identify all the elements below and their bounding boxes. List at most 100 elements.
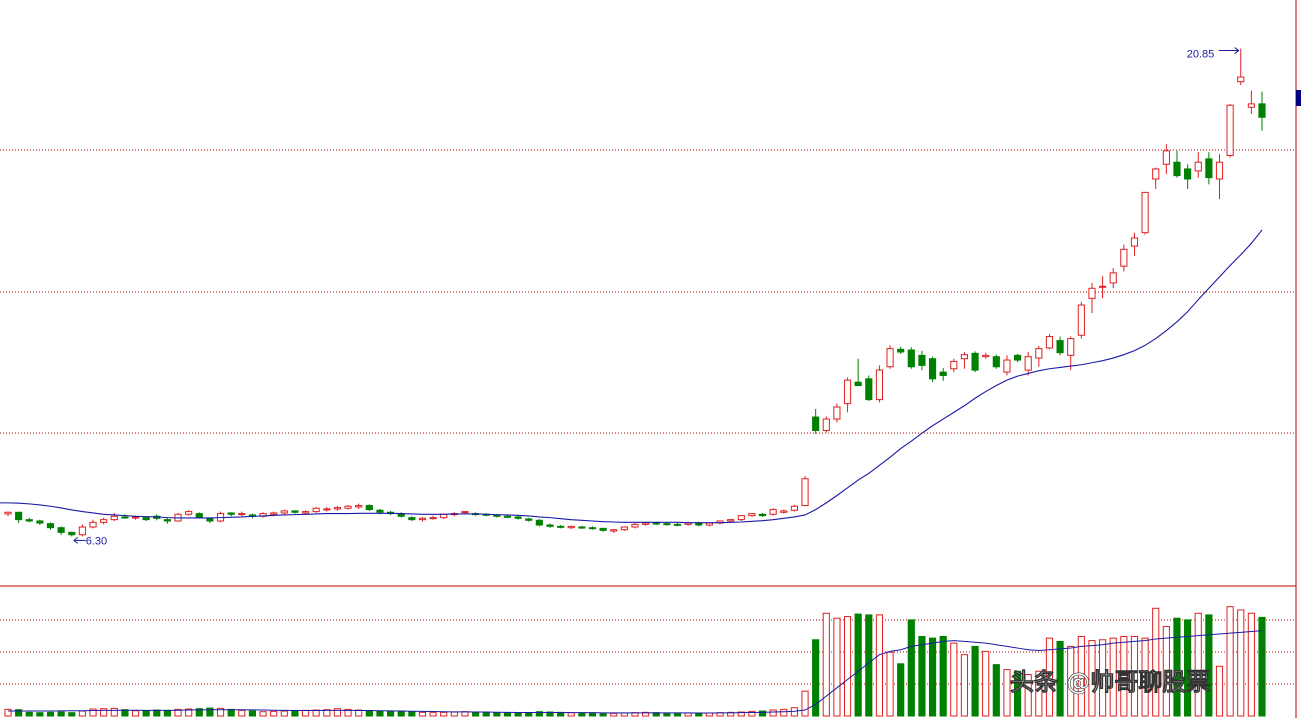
volume-bar-38: [408, 711, 416, 717]
candle-83: [886, 345, 894, 369]
volume-bar-48: [514, 712, 522, 717]
volume-bar-5: [57, 711, 65, 717]
candle-body-99: [1056, 340, 1064, 354]
candle-body-88: [939, 371, 947, 376]
candle-96: [1024, 352, 1032, 376]
candle-body-12: [131, 516, 140, 519]
candle-5: [57, 526, 65, 536]
candle-body-43: [461, 511, 469, 514]
candle-body-10: [110, 515, 118, 521]
volume-bar-81: [865, 614, 873, 717]
candle-113: [1205, 152, 1213, 185]
volume-bar-113: [1205, 614, 1213, 717]
candle-body-91: [971, 352, 979, 371]
candle-body-50: [535, 519, 543, 526]
candle-29: [312, 506, 320, 513]
volume-series: [4, 606, 1266, 717]
candle-body-59: [631, 523, 639, 528]
volume-bar-24: [259, 711, 267, 717]
candle-76: [812, 409, 820, 434]
candle-115: [1226, 103, 1234, 158]
candle-body-69: [737, 515, 745, 521]
candle-body-58: [620, 526, 628, 531]
volume-bar-108: [1152, 607, 1160, 717]
candle-body-106: [1130, 237, 1139, 247]
candle-93: [992, 354, 1000, 369]
candle-body-79: [843, 379, 852, 405]
volume-bar-44: [472, 711, 480, 717]
volume-bar-74: [790, 707, 798, 717]
candle-33: [355, 503, 363, 509]
candle-body-49: [525, 518, 533, 521]
candle-95: [1013, 354, 1022, 363]
candle-body-2: [25, 519, 33, 522]
candle-13: [142, 516, 150, 521]
candle-body-9: [100, 519, 108, 523]
volume-bar-79: [843, 616, 852, 717]
candle-body-93: [992, 356, 1000, 368]
volume-bar-49: [525, 712, 533, 717]
candle-body-26: [280, 510, 288, 514]
candle-body-94: [1003, 359, 1011, 373]
candle-body-109: [1162, 150, 1170, 165]
volume-bar-87: [928, 637, 937, 717]
candle-9: [100, 517, 108, 525]
candle-body-61: [652, 522, 660, 525]
volume-bar-112: [1194, 612, 1202, 717]
candle-70: [748, 512, 756, 517]
candle-90: [960, 352, 969, 369]
candle-body-75: [801, 478, 809, 507]
candle-body-74: [790, 505, 798, 511]
volume-bar-22: [238, 709, 246, 717]
candle-8: [89, 519, 97, 529]
candle-body-103: [1099, 285, 1107, 288]
candle-body-40: [429, 517, 437, 520]
candle-body-78: [833, 406, 841, 420]
candle-body-22: [238, 513, 246, 516]
volume-bar-3: [36, 712, 44, 717]
candle-100: [1067, 336, 1075, 371]
candle-98: [1045, 333, 1054, 350]
candle-87: [928, 356, 937, 383]
candle-43: [461, 510, 469, 514]
candle-26: [280, 509, 288, 515]
candle-74: [790, 504, 798, 512]
candle-102: [1088, 282, 1096, 314]
candle-body-98: [1045, 336, 1054, 349]
candle-body-115: [1226, 104, 1234, 157]
candle-109: [1162, 144, 1170, 175]
candle-body-27: [291, 510, 299, 513]
candle-16: [174, 512, 182, 522]
candle-91: [971, 351, 979, 373]
volume-bar-10: [110, 707, 118, 717]
volume-bar-26: [280, 710, 288, 717]
candle-105: [1120, 244, 1128, 272]
candle-body-31: [333, 507, 342, 510]
volume-bar-4: [46, 711, 55, 717]
candle-body-96: [1024, 356, 1032, 371]
candle-body-3: [36, 520, 44, 524]
candle-body-89: [950, 360, 958, 370]
candle-89: [950, 358, 958, 373]
volume-bar-83: [886, 651, 894, 717]
candle-body-110: [1173, 161, 1181, 177]
candle-88: [939, 368, 947, 381]
volume-bar-23: [248, 710, 257, 717]
candle-body-80: [854, 381, 862, 387]
candle-10: [110, 512, 118, 521]
price-ma-line: [0, 229, 1263, 524]
volume-bar-78: [833, 617, 841, 717]
volume-bar-27: [291, 710, 299, 717]
candle-body-55: [588, 527, 597, 530]
candle-3: [36, 519, 44, 526]
candle-114: [1215, 154, 1224, 200]
candle-39: [418, 516, 427, 522]
candle-30: [323, 506, 331, 512]
candle-32: [344, 504, 352, 510]
candle-body-92: [982, 354, 990, 358]
candle-58: [620, 526, 628, 532]
candle-body-87: [928, 358, 937, 380]
candle-body-68: [727, 519, 735, 522]
candle-108: [1152, 167, 1160, 190]
volume-bar-15: [163, 709, 171, 717]
